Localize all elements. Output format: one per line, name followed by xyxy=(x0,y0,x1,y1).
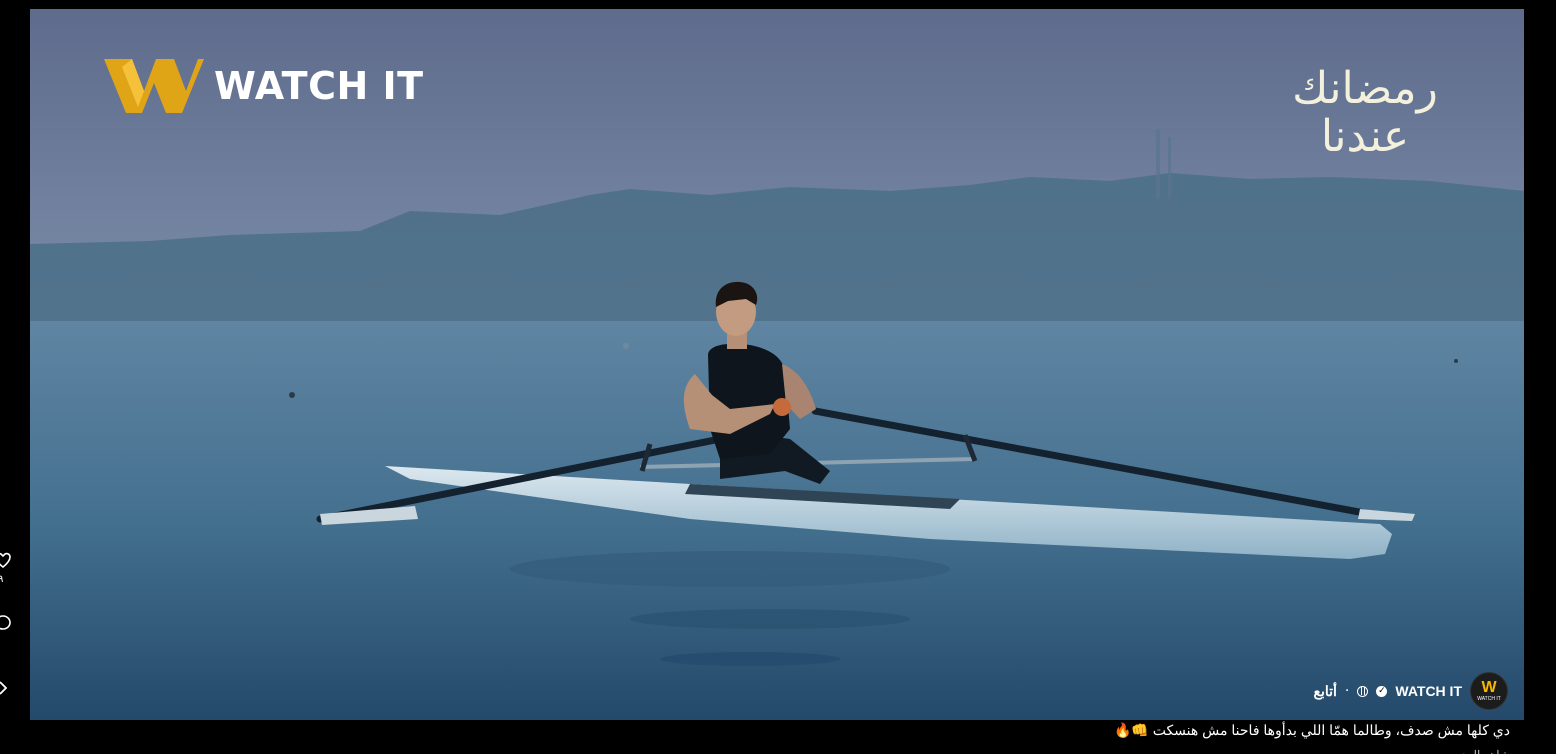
bird xyxy=(289,392,295,398)
bird xyxy=(623,343,629,349)
brand-logo: WATCH IT xyxy=(104,57,424,115)
water-ripple xyxy=(630,609,910,629)
campaign-line: عندنا xyxy=(1320,111,1410,162)
post-header: أتابع · ✓ WATCH IT W WATCH IT xyxy=(1314,672,1508,710)
campaign-title: رمضانك عندنا xyxy=(1280,65,1450,161)
avatar[interactable]: W WATCH IT xyxy=(1470,672,1508,710)
follow-button[interactable]: أتابع xyxy=(1314,683,1337,700)
tower xyxy=(1156,129,1160,199)
avatar-text: WATCH IT xyxy=(1477,696,1501,702)
avatar-letter: W xyxy=(1481,679,1497,696)
separator: · xyxy=(1344,683,1350,699)
share-icon[interactable] xyxy=(0,679,12,697)
tower xyxy=(1168,137,1171,199)
comment-icon[interactable] xyxy=(0,614,12,632)
like-icon[interactable] xyxy=(0,551,12,569)
globe-icon xyxy=(1357,685,1369,697)
verified-badge-icon: ✓ xyxy=(1376,685,1388,697)
video-player[interactable]: WATCH IT رمضانك عندنا أتابع · ✓ WATCH IT… xyxy=(30,9,1524,720)
watch-it-logo-icon xyxy=(104,59,204,113)
water-ripple xyxy=(660,652,840,666)
see-more-link[interactable]: شاهد المزيد xyxy=(1450,748,1510,754)
campaign-line: رمضانك xyxy=(1292,63,1438,114)
post-caption: دي كلها مش صدف، وطالما همّا اللي بدأوها … xyxy=(1113,722,1510,738)
page-name-link[interactable]: WATCH IT xyxy=(1395,683,1462,699)
oar-handle xyxy=(773,398,791,416)
water-ripple xyxy=(510,551,950,587)
like-count: ٩ xyxy=(0,574,4,585)
brand-name: WATCH IT xyxy=(214,64,424,108)
bird xyxy=(1454,359,1458,363)
